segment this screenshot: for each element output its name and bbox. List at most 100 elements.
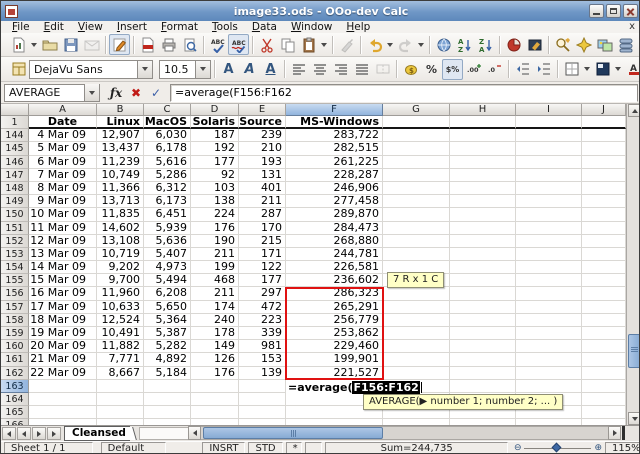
column-header-H[interactable]: H [450, 104, 516, 116]
menu-view[interactable]: View [71, 21, 110, 33]
paste-icon[interactable] [298, 34, 319, 55]
cell-F157[interactable]: 265,291 [286, 301, 383, 314]
cell-D159[interactable]: 178 [191, 327, 239, 340]
next-sheet-icon[interactable] [32, 427, 46, 440]
cell-H160[interactable] [450, 340, 516, 353]
currency-format-icon[interactable]: $ [400, 59, 421, 80]
cell-E163[interactable] [239, 380, 286, 393]
cell-D162[interactable]: 176 [191, 367, 239, 380]
cell-B159[interactable]: 10,491 [97, 327, 144, 340]
cell-H156[interactable] [450, 287, 516, 300]
column-header-B[interactable]: B [97, 104, 144, 116]
cell-C162[interactable]: 5,184 [144, 367, 191, 380]
cell-I146[interactable] [516, 156, 582, 169]
cell-J161[interactable] [582, 353, 626, 366]
cell-I149[interactable] [516, 195, 582, 208]
cell-A151[interactable]: 11 Mar 09 [29, 222, 97, 235]
gallery-icon[interactable] [594, 34, 615, 55]
cell-J157[interactable] [582, 301, 626, 314]
show-draw-functions-icon[interactable] [524, 34, 545, 55]
cell-D163[interactable] [191, 380, 239, 393]
cell-G150[interactable] [383, 208, 450, 221]
cell-E150[interactable]: 287 [239, 208, 286, 221]
name-box-dropdown-icon[interactable] [84, 84, 99, 101]
hyperlink-icon[interactable] [433, 34, 454, 55]
cell-D158[interactable]: 240 [191, 314, 239, 327]
cell-C146[interactable]: 5,616 [144, 156, 191, 169]
cell-I160[interactable] [516, 340, 582, 353]
cell-I162[interactable] [516, 367, 582, 380]
cell-H146[interactable] [450, 156, 516, 169]
cell-B163[interactable] [97, 380, 144, 393]
cell-B146[interactable]: 11,239 [97, 156, 144, 169]
decrease-indent-icon[interactable] [512, 59, 533, 80]
cell-I145[interactable] [516, 142, 582, 155]
cell-F152[interactable]: 268,880 [286, 235, 383, 248]
cell-G151[interactable] [383, 222, 450, 235]
cell-D154[interactable]: 199 [191, 261, 239, 274]
cell-E157[interactable]: 472 [239, 301, 286, 314]
cell-E152[interactable]: 215 [239, 235, 286, 248]
cell-C161[interactable]: 4,892 [144, 353, 191, 366]
row-header-158[interactable]: 158 [1, 314, 29, 327]
cell-J162[interactable] [582, 367, 626, 380]
cut-icon[interactable] [256, 34, 277, 55]
font-name-combobox[interactable]: DejaVu Sans [29, 60, 153, 79]
cell-J144[interactable] [582, 129, 626, 142]
name-box[interactable]: AVERAGE [4, 84, 100, 102]
edit-file-icon[interactable] [109, 34, 130, 55]
cell-F153[interactable]: 244,781 [286, 248, 383, 261]
menu-file[interactable]: File [5, 21, 37, 33]
selection-mode-indicator[interactable]: STD [248, 442, 282, 454]
cell-G146[interactable] [383, 156, 450, 169]
cell-H158[interactable] [450, 314, 516, 327]
cell-H145[interactable] [450, 142, 516, 155]
cell-H163[interactable] [450, 380, 516, 393]
formula-input[interactable]: =average(F156:F162 [170, 84, 638, 102]
cell-E154[interactable]: 122 [239, 261, 286, 274]
horizontal-scroll-track[interactable] [201, 426, 608, 440]
cell-B145[interactable]: 13,437 [97, 142, 144, 155]
menu-window[interactable]: Window [284, 21, 339, 33]
row-header-146[interactable]: 146 [1, 156, 29, 169]
cell-D151[interactable]: 176 [191, 222, 239, 235]
background-color-dropdown-icon[interactable] [615, 67, 621, 71]
save-icon[interactable] [60, 34, 81, 55]
cell-E160[interactable]: 981 [239, 340, 286, 353]
cell-E149[interactable]: 211 [239, 195, 286, 208]
menu-format[interactable]: Format [154, 21, 205, 33]
cell-H149[interactable] [450, 195, 516, 208]
close-document-icon[interactable]: x [629, 21, 635, 33]
cell-C148[interactable]: 6,312 [144, 182, 191, 195]
scroll-right-icon[interactable] [608, 426, 621, 440]
menu-help[interactable]: Help [339, 21, 377, 33]
cell-F154[interactable]: 226,581 [286, 261, 383, 274]
cell-B161[interactable]: 7,771 [97, 353, 144, 366]
cell-J145[interactable] [582, 142, 626, 155]
vertical-scroll-thumb[interactable] [628, 334, 640, 368]
cell-E151[interactable]: 170 [239, 222, 286, 235]
cell-G149[interactable] [383, 195, 450, 208]
cell-C155[interactable]: 5,494 [144, 274, 191, 287]
cell-D164[interactable] [191, 393, 239, 406]
new-dropdown-icon[interactable] [31, 43, 37, 47]
cell-G161[interactable] [383, 353, 450, 366]
close-button[interactable] [623, 4, 638, 18]
column-header-D[interactable]: D [191, 104, 239, 116]
cell-F155[interactable]: 236,602 [286, 274, 383, 287]
minimize-button[interactable] [589, 4, 604, 18]
cell-edit-overlay[interactable]: =average(F156:F162 [286, 380, 422, 394]
cell-I157[interactable] [516, 301, 582, 314]
row-header-151[interactable]: 151 [1, 222, 29, 235]
cell-J147[interactable] [582, 169, 626, 182]
scroll-left-icon[interactable] [188, 426, 201, 440]
cell-I154[interactable] [516, 261, 582, 274]
cell-D153[interactable]: 211 [191, 248, 239, 261]
cell-D160[interactable]: 149 [191, 340, 239, 353]
align-right-icon[interactable] [330, 59, 351, 80]
cell-A145[interactable]: 5 Mar 09 [29, 142, 97, 155]
row-header-154[interactable]: 154 [1, 261, 29, 274]
open-icon[interactable] [39, 34, 60, 55]
cell-B153[interactable]: 10,719 [97, 248, 144, 261]
insert-chart-icon[interactable] [503, 34, 524, 55]
